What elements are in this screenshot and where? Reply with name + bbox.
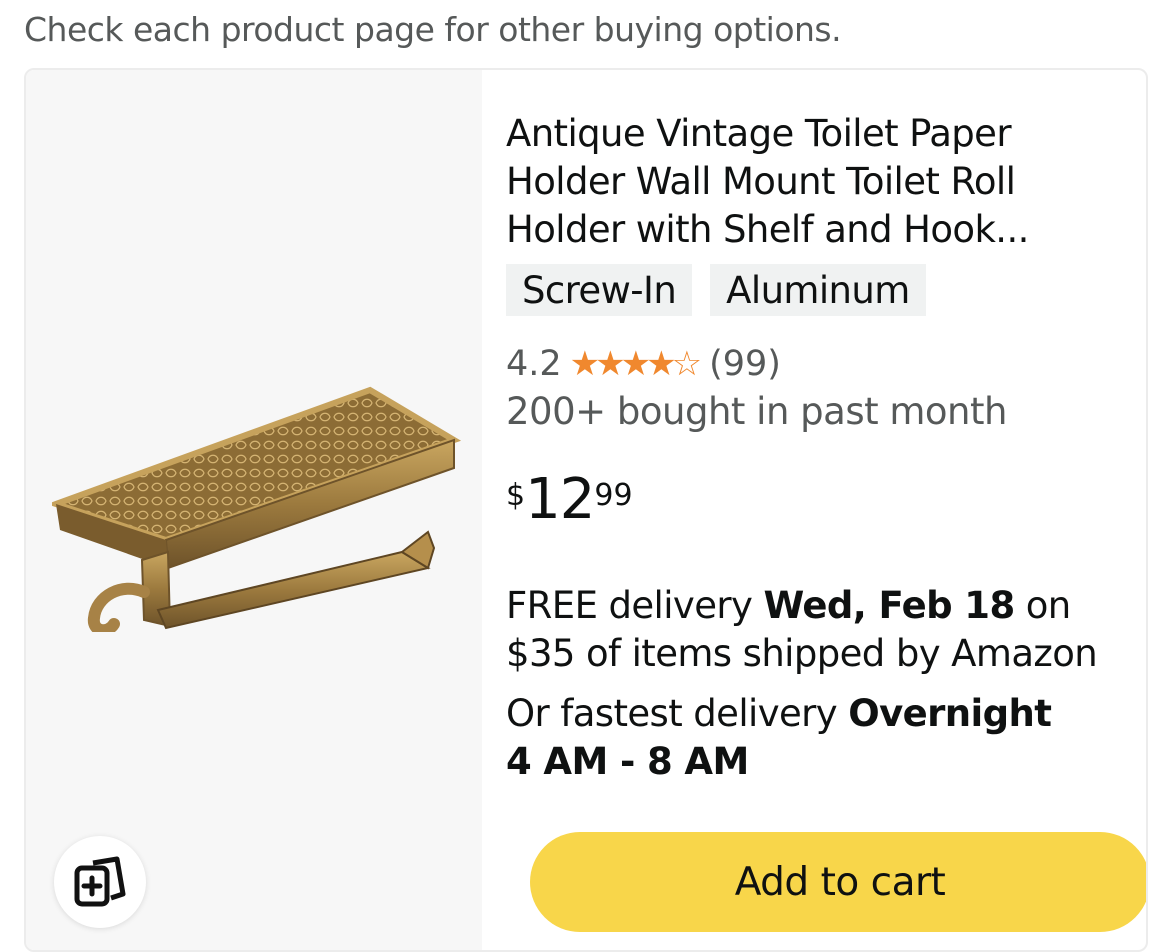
- price-whole: 12: [525, 467, 595, 532]
- price: $ 12 99: [506, 468, 633, 532]
- star-empty-icon: ☆: [671, 344, 703, 384]
- rating-value: 4.2: [506, 344, 562, 384]
- star-rating-icon: ★ ★ ★ ★ ☆: [569, 344, 703, 384]
- product-image: [52, 386, 462, 632]
- bought-count: 200+ bought in past month: [506, 390, 1007, 433]
- price-fraction: 99: [594, 478, 633, 513]
- chip-mount-type[interactable]: Screw-In: [506, 264, 693, 316]
- variant-chips: Screw-In Aluminum: [506, 264, 926, 316]
- product-title[interactable]: Antique Vintage Toilet Paper Holder Wall…: [506, 110, 1066, 254]
- product-image-panel[interactable]: [26, 70, 482, 950]
- star-filled-icon: ★: [569, 344, 601, 384]
- star-filled-icon: ★: [595, 344, 626, 384]
- rating-row[interactable]: 4.2 ★ ★ ★ ★ ☆ (99): [506, 344, 781, 384]
- product-details: Antique Vintage Toilet Paper Holder Wall…: [506, 70, 1146, 950]
- review-count[interactable]: (99): [709, 344, 781, 384]
- star-filled-icon: ★: [646, 344, 677, 384]
- fastest-window: 4 AM - 8 AM: [506, 740, 749, 783]
- compare-button[interactable]: [54, 836, 146, 928]
- chip-material[interactable]: Aluminum: [710, 264, 926, 316]
- buying-options-notice: Check each product page for other buying…: [24, 10, 842, 49]
- add-to-cart-button[interactable]: Add to cart: [530, 832, 1146, 932]
- price-symbol: $: [506, 478, 526, 513]
- fastest-prefix: Or fastest delivery: [506, 692, 849, 735]
- fastest-speed: Overnight: [848, 692, 1052, 735]
- product-card: Antique Vintage Toilet Paper Holder Wall…: [24, 68, 1148, 952]
- star-filled-icon: ★: [620, 344, 652, 384]
- fastest-delivery-info: Or fastest delivery Overnight 4 AM - 8 AM: [506, 690, 1126, 786]
- delivery-date: Wed, Feb 18: [763, 584, 1015, 627]
- delivery-prefix: FREE delivery: [506, 584, 764, 627]
- delivery-info: FREE delivery Wed, Feb 18 on $35 of item…: [506, 582, 1126, 678]
- compare-add-icon: [74, 856, 126, 907]
